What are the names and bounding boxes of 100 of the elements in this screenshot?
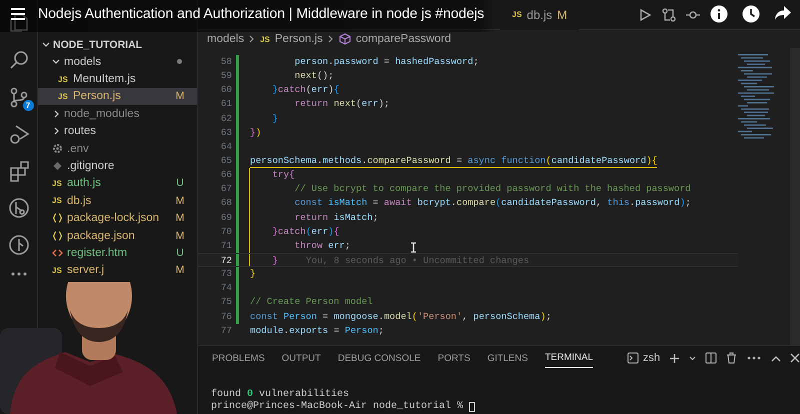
- code-line: }catch(err){: [249, 224, 340, 239]
- file-row[interactable]: .env: [38, 140, 197, 158]
- terminal-line: found 0 vulnerabilities: [211, 389, 350, 400]
- file-row[interactable]: JS db.js M: [38, 192, 197, 210]
- code-line: // Use bcrypt to compare the provided password with the hashed password: [249, 182, 691, 196]
- chevron-right-icon: [249, 35, 256, 43]
- breadcrumb-item[interactable]: models: [207, 33, 244, 45]
- file-row[interactable]: JS auth.js U: [38, 174, 197, 192]
- panel-tab[interactable]: PROBLEMS: [212, 348, 265, 368]
- code-line: module.exports = Person;: [250, 324, 384, 338]
- git-status: U: [175, 177, 185, 190]
- chevron-down-icon: [42, 40, 50, 48]
- source-control-icon[interactable]: [8, 86, 30, 108]
- code-line: return next(err);: [294, 97, 390, 112]
- code-line: person.password = hashedPassword;: [294, 55, 479, 69]
- git-status: M: [175, 194, 185, 207]
- code-line: }catch(err){: [271, 83, 340, 98]
- trash-icon[interactable]: [726, 352, 738, 364]
- file-row[interactable]: routes: [38, 122, 197, 140]
- git-status: M: [175, 90, 185, 102]
- code-line: }: [271, 112, 278, 126]
- branch-circle-icon[interactable]: [8, 197, 30, 219]
- line-number: 67: [220, 182, 232, 196]
- js-file-icon: JS: [58, 74, 69, 84]
- clock-icon[interactable]: [742, 5, 760, 23]
- run-icon[interactable]: [638, 8, 652, 22]
- terminal-line: prince@Princes-MacBook-Air node_tutorial %: [211, 401, 464, 413]
- chevron-right-icon: [52, 127, 60, 136]
- line-number: 59: [220, 69, 232, 84]
- text-cursor-icon: [410, 242, 417, 253]
- js-file-icon: JS: [260, 34, 270, 44]
- code-line: next();: [294, 69, 334, 84]
- caret-icon[interactable]: [689, 356, 696, 360]
- chevron-up-icon[interactable]: [771, 354, 782, 362]
- file-row[interactable]: .gitignore: [38, 157, 197, 175]
- panel-tab[interactable]: PORTS: [438, 348, 470, 368]
- file-row[interactable]: register.htm U: [38, 244, 197, 262]
- file-row[interactable]: node_modules: [38, 105, 197, 123]
- line-number: 75: [220, 295, 232, 310]
- cube-icon: [338, 33, 351, 45]
- line-number: 60: [220, 83, 232, 98]
- selected-file-row[interactable]: JS Person.js M: [38, 88, 197, 106]
- plus-icon[interactable]: [669, 352, 680, 364]
- extensions-icon[interactable]: [8, 160, 30, 182]
- line-number: 61: [220, 97, 232, 112]
- panel-tab[interactable]: OUTPUT: [282, 348, 321, 368]
- code-line: return isMatch;: [249, 210, 378, 225]
- file-row[interactable]: package-lock.json M: [38, 210, 197, 227]
- branch-circle-icon[interactable]: [8, 234, 30, 256]
- more-icon[interactable]: [746, 355, 762, 361]
- breadcrumb-item[interactable]: comparePassword: [356, 33, 452, 45]
- share-icon[interactable]: [774, 5, 792, 21]
- gear-icon: [52, 143, 63, 154]
- terminal-cursor: [469, 402, 476, 412]
- panel-tab[interactable]: DEBUG CONSOLE: [338, 348, 421, 368]
- code-line: personSchema.methods.comparePassword = async function(candidatePassword){: [250, 154, 658, 168]
- js-file-icon: JS: [52, 196, 63, 206]
- panel-tab[interactable]: GITLENS: [487, 348, 528, 368]
- chevron-right-icon: [328, 35, 334, 43]
- line-number: 72: [220, 254, 232, 266]
- braces-icon: [52, 230, 63, 241]
- code-line: }: [250, 267, 256, 282]
- panel-tab[interactable]: TERMINAL: [544, 348, 594, 368]
- line-number: 65: [220, 154, 232, 168]
- files-icon[interactable]: [8, 12, 30, 34]
- video-title[interactable]: Nodejs Authentication and Authorization | Middleware in node js #nodejs: [38, 6, 484, 22]
- project-title: NODE_TUTORIAL: [53, 38, 142, 50]
- code-line: }: [249, 254, 278, 266]
- split-icon[interactable]: [705, 352, 718, 364]
- notification-badge: 7: [22, 100, 34, 111]
- line-number: 64: [220, 140, 232, 154]
- braces-icon: [52, 213, 63, 224]
- file-row[interactable]: package.json M: [38, 226, 197, 244]
- terminal-selector[interactable]: zsh: [627, 352, 660, 364]
- more-icon[interactable]: [10, 271, 28, 277]
- line-number: 68: [220, 196, 232, 210]
- line-number: 62: [220, 112, 232, 126]
- breadcrumb-item[interactable]: Person.js: [274, 33, 323, 45]
- line-number: 66: [220, 168, 232, 182]
- file-row[interactable]: models: [38, 53, 197, 70]
- line-number: 70: [220, 224, 232, 239]
- chevron-down-icon: [52, 58, 60, 66]
- code-line: const isMatch = await bcrypt.compare(candidatePassword, this.password);: [249, 196, 691, 211]
- run-debug-icon[interactable]: [8, 123, 30, 145]
- compare-icon[interactable]: [662, 8, 676, 22]
- blame-annotation: You, 8 seconds ago • Uncommitted changes: [306, 254, 530, 266]
- search-icon[interactable]: [8, 49, 30, 71]
- line-number: 74: [220, 281, 232, 296]
- line-number: 69: [220, 210, 232, 225]
- file-row[interactable]: JS server.j M: [38, 262, 197, 280]
- line-number: 76: [220, 310, 232, 324]
- menu-icon[interactable]: [10, 7, 26, 21]
- info-icon[interactable]: [710, 5, 728, 23]
- code-line: const Person = mongoose.model('Person', personSchema);: [250, 310, 552, 324]
- file-row[interactable]: JS MenuItem.js: [38, 70, 197, 88]
- close-icon[interactable]: [790, 353, 800, 363]
- git-status: M: [175, 264, 185, 276]
- js-file-icon: JS: [58, 92, 69, 101]
- line-number: 77: [220, 324, 232, 338]
- code-line: try{: [249, 168, 295, 182]
